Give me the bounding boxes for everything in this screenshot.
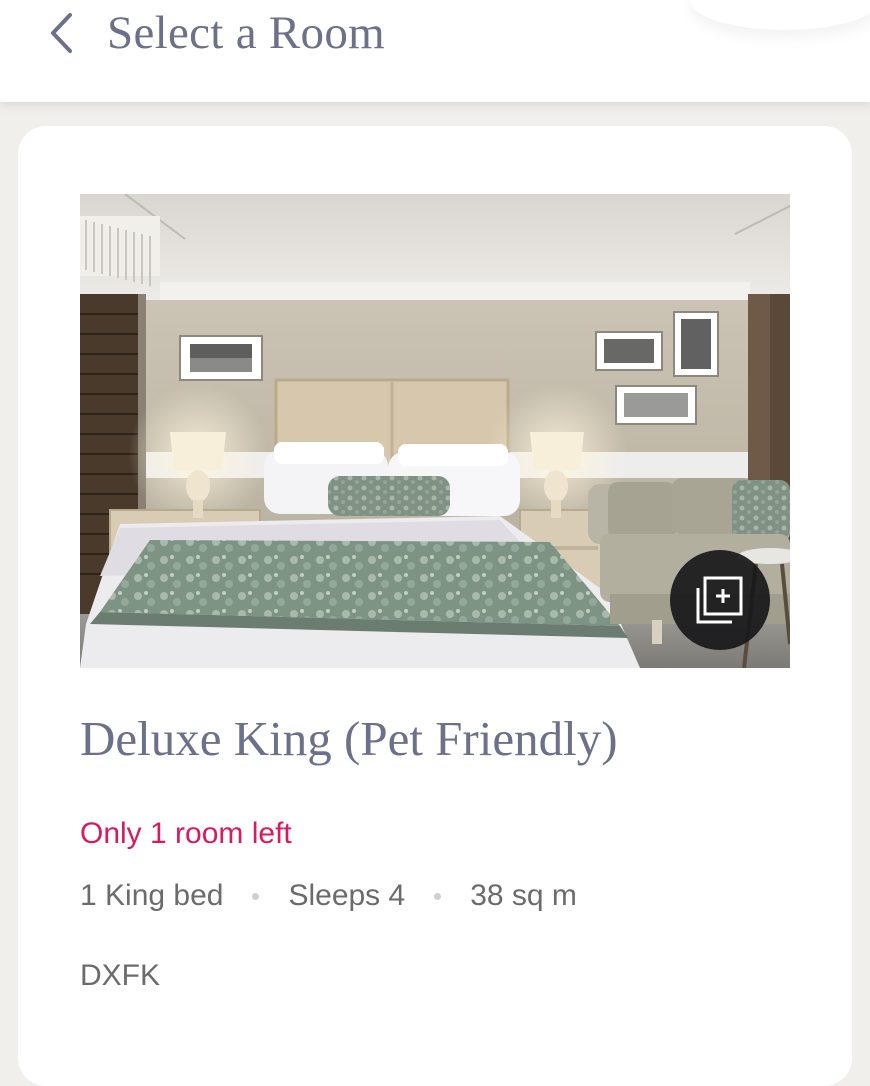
room-code: DXFK	[80, 959, 161, 992]
room-specs: 1 King bed Sleeps 4 38 sq m	[80, 876, 577, 916]
gallery-button[interactable]	[670, 550, 770, 650]
separator-dot	[434, 892, 442, 900]
back-button[interactable]	[38, 6, 84, 60]
separator-dot	[252, 892, 260, 900]
chevron-left-icon	[51, 13, 72, 53]
gallery-add-icon	[696, 576, 743, 624]
occupancy: Sleeps 4	[288, 879, 406, 912]
bed-type: 1 King bed	[80, 879, 224, 912]
room-card[interactable]: Deluxe King (Pet Friendly) Only 1 room l…	[18, 126, 852, 1086]
room-name: Deluxe King (Pet Friendly)	[80, 711, 618, 766]
availability-notice: Only 1 room left	[80, 817, 292, 850]
room-photo[interactable]	[80, 194, 790, 668]
page-title: Select a Room	[107, 7, 386, 59]
room-size: 38 sq m	[470, 879, 577, 912]
app-header: Select a Room	[0, 0, 870, 102]
header-decoration	[690, 0, 870, 30]
